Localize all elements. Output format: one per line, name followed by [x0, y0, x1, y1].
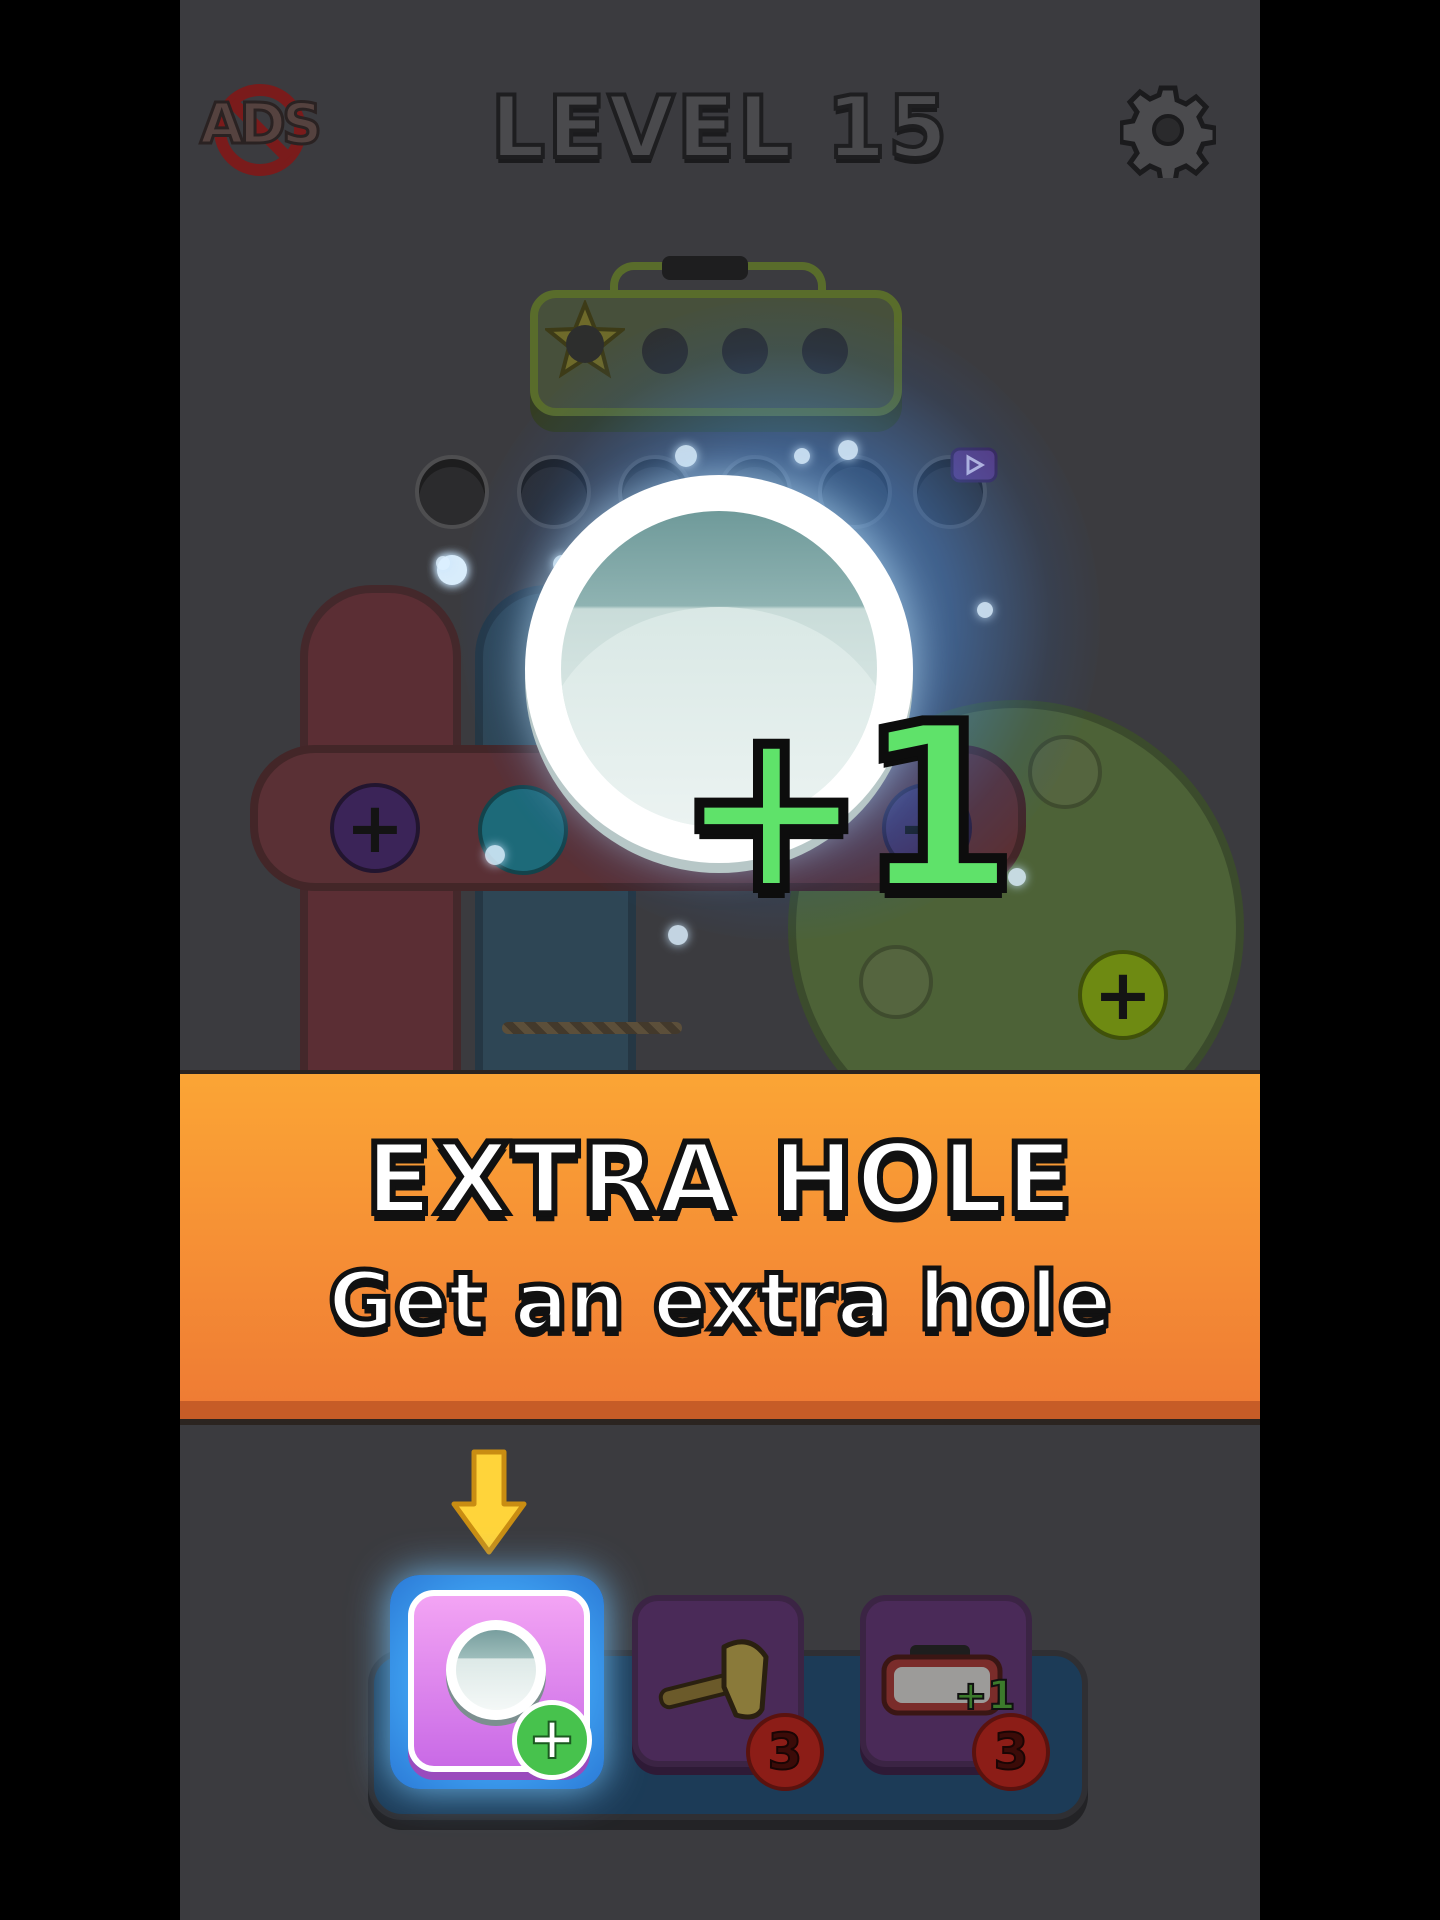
- no-ads-label: ADS: [199, 91, 324, 159]
- gear-icon: [1118, 85, 1218, 185]
- rope: [502, 1022, 682, 1034]
- sparkle: [675, 445, 697, 467]
- booster-count: 3: [746, 1713, 824, 1791]
- booster-extra-hole-button[interactable]: +: [408, 1590, 592, 1780]
- banner-title: EXTRA HOLE: [362, 1120, 1076, 1240]
- settings-button[interactable]: [1118, 82, 1218, 185]
- sparkle: [977, 602, 993, 618]
- banner-subtitle: Get an extra hole: [326, 1253, 1115, 1351]
- booster-hammer-button[interactable]: 3: [632, 1595, 824, 1791]
- game-screen: ADS LEVEL 15 + + +1 EXTRA HOLE Get an ex…: [180, 0, 1260, 1920]
- level-title: LEVEL 15: [488, 76, 950, 180]
- toolbox-grip: [662, 256, 748, 280]
- booster-count: 3: [972, 1713, 1050, 1791]
- screw-green[interactable]: +: [1078, 950, 1168, 1040]
- no-ads-button[interactable]: ADS: [199, 80, 324, 176]
- arrow-down-icon: [451, 1449, 527, 1555]
- screw-purple[interactable]: +: [330, 783, 420, 873]
- sparkle: [436, 556, 450, 570]
- plus-icon: +: [512, 1700, 592, 1780]
- sparkle: [794, 448, 810, 464]
- booster-extra-toolbox-button[interactable]: +1 3: [860, 1595, 1050, 1791]
- sparkle: [485, 845, 505, 865]
- board-hole: [859, 945, 933, 1019]
- sparkle: [838, 440, 858, 460]
- bonus-label: +1: [670, 676, 1023, 943]
- plus-one-overlay: +1: [953, 1672, 1016, 1720]
